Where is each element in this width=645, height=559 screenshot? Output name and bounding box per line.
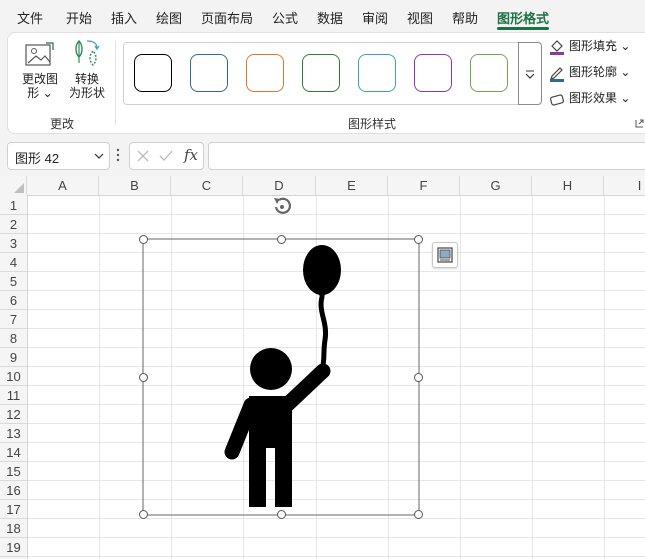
rotate-handle-icon[interactable] xyxy=(270,195,294,220)
balloon-string xyxy=(318,294,329,373)
resize-handle-bottom-right[interactable] xyxy=(414,510,423,519)
resize-handle-bottom[interactable] xyxy=(277,510,286,519)
person-left-leg xyxy=(249,440,266,507)
balloon-shape xyxy=(303,245,341,295)
resize-handle-top-right[interactable] xyxy=(414,235,423,244)
resize-handle-top-left[interactable] xyxy=(139,235,148,244)
resize-handle-bottom-left[interactable] xyxy=(139,510,148,519)
person-right-arm xyxy=(280,363,331,412)
layout-options-button[interactable] xyxy=(432,242,458,268)
resize-handle-left[interactable] xyxy=(139,373,148,382)
person-right-leg xyxy=(275,440,292,507)
selected-graphic[interactable] xyxy=(0,0,645,559)
person-head xyxy=(250,348,292,390)
resize-handle-top[interactable] xyxy=(277,235,286,244)
resize-handle-right[interactable] xyxy=(414,373,423,382)
layout-options-icon xyxy=(437,247,453,263)
person-left-arm xyxy=(224,397,259,460)
